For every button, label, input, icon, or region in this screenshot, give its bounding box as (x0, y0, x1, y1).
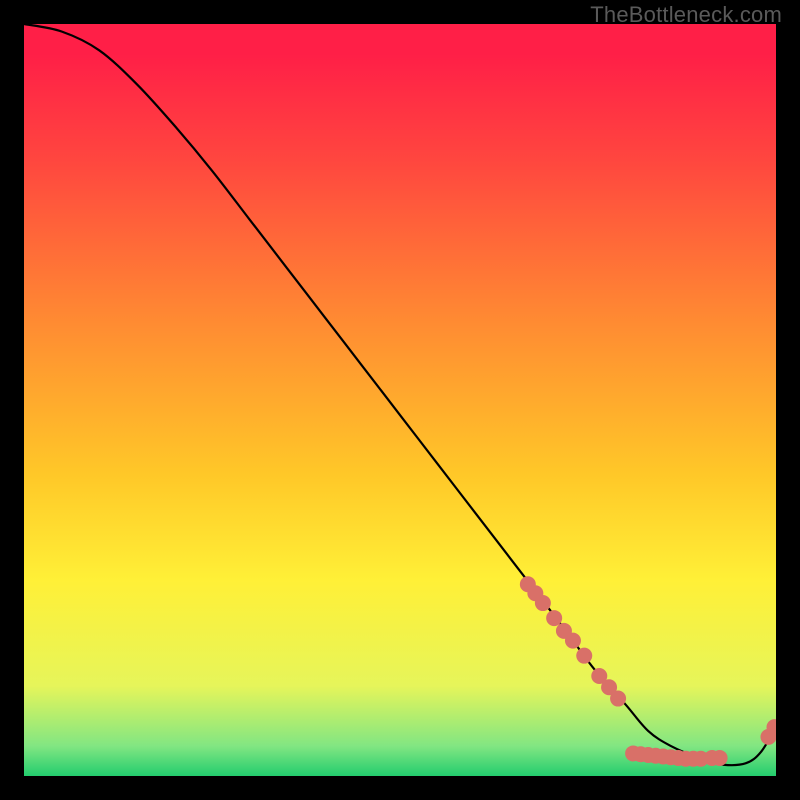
data-marker (535, 595, 551, 611)
chart-svg (24, 24, 776, 776)
data-markers (520, 576, 776, 766)
chart-root: TheBottleneck.com (0, 0, 800, 800)
data-marker (610, 691, 626, 707)
data-marker (576, 648, 592, 664)
data-marker (546, 610, 562, 626)
data-marker (712, 750, 728, 766)
bottleneck-curve-line (24, 24, 776, 765)
data-marker (565, 633, 581, 649)
plot-area (24, 24, 776, 776)
